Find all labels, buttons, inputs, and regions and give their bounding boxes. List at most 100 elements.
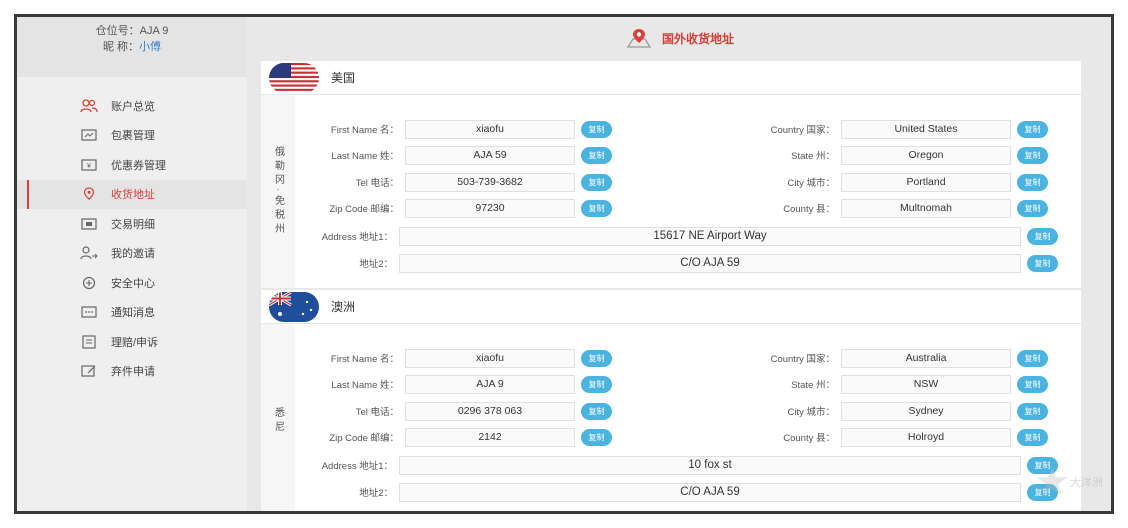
sidebar-item-9[interactable]: 弃件申请 bbox=[17, 357, 247, 387]
sidebar-item-5[interactable]: 我的邀请 bbox=[17, 239, 247, 269]
field-label: First Name 名： bbox=[330, 125, 399, 136]
sidebar-menu: 账户总览包裹管理 ¥ 优惠券管理 收货地址 交易明细我的邀请安全中心通知消息理赔/申诉弃… bbox=[17, 91, 247, 386]
field-value[interactable]: AJA 9 bbox=[405, 374, 575, 394]
field-row: County 县： Holroyd 复制 bbox=[731, 427, 1048, 447]
address-card: 澳洲 悉尼 First Name 名： xiaofu 复制 Last Name 姓： AJA… bbox=[261, 290, 1081, 511]
field-label: 地址2： bbox=[359, 488, 393, 499]
field-value[interactable]: 10 fox st bbox=[399, 455, 1021, 475]
field-value[interactable]: 15617 NE Airport Way bbox=[399, 226, 1021, 246]
field-value[interactable]: Oregon bbox=[841, 145, 1011, 165]
field-value[interactable]: NSW bbox=[841, 374, 1011, 394]
field-label: Tel 电话： bbox=[355, 178, 399, 189]
copy-button[interactable]: 复制 bbox=[1017, 402, 1048, 420]
invite-user-icon bbox=[80, 246, 98, 260]
australia-flag-icon bbox=[269, 291, 319, 322]
sidebar-item-2[interactable]: ¥ 优惠券管理 bbox=[17, 150, 247, 180]
map-pin-icon bbox=[626, 29, 652, 48]
main-content: 国外收货地址 美国 俄勒冈·免税州 First Name 名： xiaofu 复制 Las… bbox=[247, 17, 1111, 511]
field-value[interactable]: xiaofu bbox=[405, 119, 575, 139]
field-row: Tel 电话： 0296 378 063 复制 bbox=[295, 401, 612, 421]
field-row: Tel 电话： 503-739-3682 复制 bbox=[295, 172, 612, 192]
field-value[interactable]: Sydney bbox=[841, 401, 1011, 421]
svg-text:¥: ¥ bbox=[87, 163, 91, 170]
field-row: City 城市： Portland 复制 bbox=[731, 172, 1048, 192]
location-pin-icon bbox=[80, 187, 98, 201]
field-value[interactable]: 503-739-3682 bbox=[405, 172, 575, 192]
address-card-body: 悉尼 First Name 名： xiaofu 复制 Last Name 姓： AJA 9… bbox=[261, 324, 1081, 511]
sidebar-item-label: 我的邀请 bbox=[111, 248, 155, 261]
sidebar-item-7[interactable]: 通知消息 bbox=[17, 298, 247, 328]
field-value[interactable]: 2142 bbox=[405, 427, 575, 447]
sidebar-item-0[interactable]: 账户总览 bbox=[17, 91, 247, 121]
us-flag-icon bbox=[269, 62, 319, 93]
nickname-label: 昵 称： bbox=[102, 41, 140, 53]
nickname[interactable]: 小傅 bbox=[139, 41, 161, 53]
copy-button[interactable]: 复制 bbox=[581, 349, 612, 367]
field-value[interactable]: Holroyd bbox=[841, 427, 1011, 447]
field-label: County 县： bbox=[783, 204, 835, 215]
copy-button[interactable]: 复制 bbox=[581, 402, 612, 420]
copy-button[interactable]: 复制 bbox=[581, 428, 612, 446]
copy-button[interactable]: 复制 bbox=[581, 199, 612, 217]
user-info: 仓位号：AJA 9 昵 称：小傅 bbox=[17, 17, 247, 77]
warehouse-name: 俄勒冈·免税州 bbox=[261, 95, 295, 288]
address-card-header: 澳洲 bbox=[261, 290, 1081, 324]
field-label: Address 地址1： bbox=[321, 461, 393, 472]
sidebar-item-label: 弃件申请 bbox=[111, 366, 155, 379]
sidebar-item-label: 理赔/申诉 bbox=[111, 336, 159, 349]
field-label: City 城市： bbox=[787, 407, 835, 418]
warehouse-number: 仓位号：AJA 9 bbox=[95, 25, 169, 37]
package-icon bbox=[80, 128, 98, 142]
copy-button[interactable]: 复制 bbox=[581, 120, 612, 138]
field-row: Zip Code 邮编： 97230 复制 bbox=[295, 198, 612, 218]
copy-button[interactable]: 复制 bbox=[1027, 254, 1058, 272]
field-label: City 城市： bbox=[787, 178, 835, 189]
field-label: Last Name 姓： bbox=[331, 151, 399, 162]
sidebar-item-4[interactable]: 交易明细 bbox=[17, 209, 247, 239]
country-name: 澳洲 bbox=[331, 300, 356, 314]
copy-button[interactable]: 复制 bbox=[581, 146, 612, 164]
coupon-icon: ¥ bbox=[80, 158, 98, 172]
sidebar-item-6[interactable]: 安全中心 bbox=[17, 268, 247, 298]
copy-button[interactable]: 复制 bbox=[581, 375, 612, 393]
field-value[interactable]: 97230 bbox=[405, 198, 575, 218]
field-row: County 县： Multnomah 复制 bbox=[731, 198, 1048, 218]
field-row: City 城市： Sydney 复制 bbox=[731, 401, 1048, 421]
sidebar-item-3[interactable]: 收货地址 bbox=[17, 179, 247, 209]
message-icon bbox=[80, 305, 98, 319]
copy-button[interactable]: 复制 bbox=[1017, 428, 1048, 446]
copy-button[interactable]: 复制 bbox=[1017, 199, 1048, 217]
sidebar-item-1[interactable]: 包裹管理 bbox=[17, 121, 247, 151]
field-row: State 州： Oregon 复制 bbox=[731, 145, 1048, 165]
field-value[interactable]: xiaofu bbox=[405, 348, 575, 368]
field-value[interactable]: C/O AJA 59 bbox=[399, 253, 1021, 273]
field-row: Zip Code 邮编： 2142 复制 bbox=[295, 427, 612, 447]
field-row: First Name 名： xiaofu 复制 bbox=[295, 119, 612, 139]
sidebar-item-8[interactable]: 理赔/申诉 bbox=[17, 327, 247, 357]
copy-button[interactable]: 复制 bbox=[581, 173, 612, 191]
copy-button[interactable]: 复制 bbox=[1027, 227, 1058, 245]
copy-button[interactable]: 复制 bbox=[1017, 349, 1048, 367]
field-value[interactable]: AJA 59 bbox=[405, 145, 575, 165]
field-value[interactable]: C/O AJA 59 bbox=[399, 482, 1021, 502]
field-label: Country 国家： bbox=[770, 354, 835, 365]
field-value[interactable]: 0296 378 063 bbox=[405, 401, 575, 421]
field-label: Zip Code 邮编： bbox=[329, 204, 399, 215]
field-value[interactable]: Multnomah bbox=[841, 198, 1011, 218]
field-row: Country 国家： United States 复制 bbox=[731, 119, 1048, 139]
field-value[interactable]: Australia bbox=[841, 348, 1011, 368]
sidebar-item-label: 包裹管理 bbox=[111, 130, 155, 143]
star-icon: ★ bbox=[1034, 460, 1070, 504]
field-value[interactable]: United States bbox=[841, 119, 1011, 139]
field-label: County 县： bbox=[783, 433, 835, 444]
copy-button[interactable]: 复制 bbox=[1017, 120, 1048, 138]
copy-button[interactable]: 复制 bbox=[1017, 173, 1048, 191]
field-row: Country 国家： Australia 复制 bbox=[731, 348, 1048, 368]
sidebar-item-label: 安全中心 bbox=[111, 277, 155, 290]
field-label: Zip Code 邮编： bbox=[329, 433, 399, 444]
sidebar: 仓位号：AJA 9 昵 称：小傅 账户总览包裹管理 ¥ 优惠券管理 收货地址 交易明细我… bbox=[17, 17, 247, 511]
copy-button[interactable]: 复制 bbox=[1017, 375, 1048, 393]
app-window: 仓位号：AJA 9 昵 称：小傅 账户总览包裹管理 ¥ 优惠券管理 收货地址 交易明细我… bbox=[14, 14, 1114, 514]
field-value[interactable]: Portland bbox=[841, 172, 1011, 192]
copy-button[interactable]: 复制 bbox=[1017, 146, 1048, 164]
